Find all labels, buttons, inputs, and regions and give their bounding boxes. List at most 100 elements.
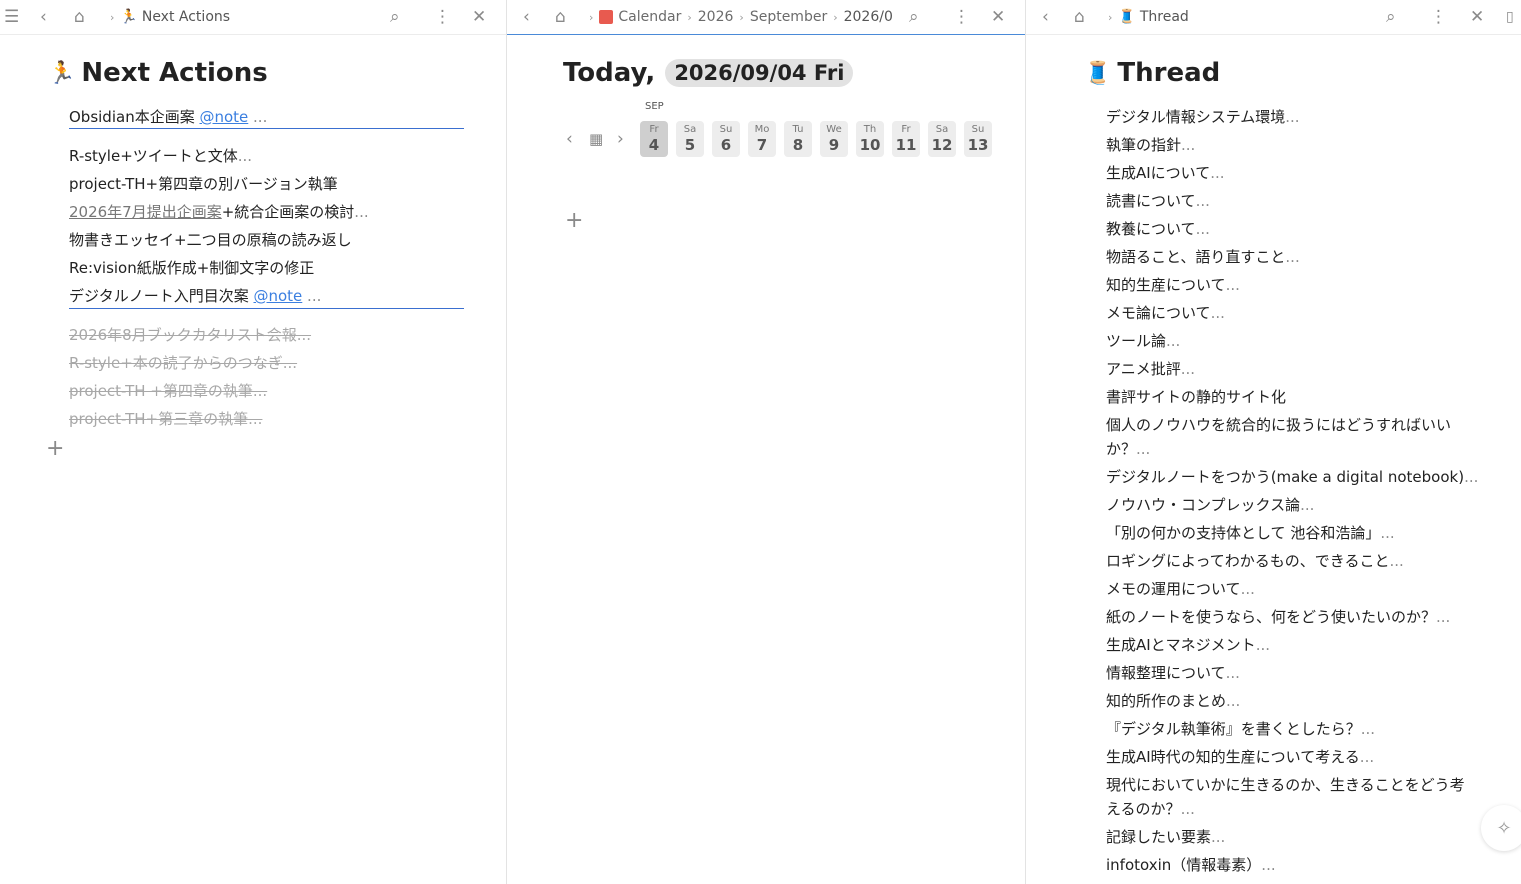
calendar-emoji-icon [599, 10, 614, 24]
close-icon[interactable]: ✕ [991, 0, 1005, 34]
completed-item[interactable]: 2026年8月ブックカタリスト会報... [69, 325, 311, 345]
back-icon[interactable]: ‹ [1042, 0, 1049, 34]
back-icon[interactable]: ‹ [523, 0, 530, 34]
day-cell[interactable]: Mo 7 [748, 121, 776, 157]
list-item[interactable]: 執筆の指針... [1106, 133, 1486, 157]
search-icon[interactable]: ⌕ [1386, 0, 1396, 34]
breadcrumb-separator-icon: › [687, 10, 692, 24]
list-item[interactable]: メモ論について... [1106, 301, 1486, 325]
close-icon[interactable]: ✕ [1470, 0, 1484, 34]
left-toolbar: ☰ ‹ ⌂ › 🏃 Next Actions ⌕ ⋮ ✕ [0, 0, 506, 35]
breadcrumb-separator-icon: › [833, 10, 838, 24]
list-item[interactable]: 生成AIについて... [1106, 161, 1486, 185]
list-item[interactable]: 個人のノウハウを統合的に扱うにはどうすればいいか？... [1106, 413, 1478, 461]
project-row[interactable]: Obsidian本企画案 @note ... [69, 107, 267, 127]
action-item[interactable]: 物書きエッセイ+二つ目の原稿の読み返し [69, 230, 352, 250]
add-item-button[interactable]: + [565, 210, 583, 232]
list-item[interactable]: メモの運用について... [1106, 577, 1486, 601]
completed-item[interactable]: project-TH+第三章の執筆... [69, 409, 262, 429]
pane-next-actions: ☰ ‹ ⌂ › 🏃 Next Actions ⌕ ⋮ ✕ 🏃 Next Acti… [0, 0, 507, 884]
completed-item[interactable]: project-TH +第四章の執筆... [69, 381, 267, 401]
list-item[interactable]: ノウハウ・コンプレックス論... [1106, 493, 1486, 517]
today-heading: Today, 2026/09/04 Fri [563, 58, 854, 88]
list-item[interactable]: 紙のノートを使うなら、何をどう使いたいのか？... [1106, 605, 1486, 629]
next-week-icon[interactable]: › [617, 129, 624, 149]
day-cell[interactable]: We 9 [820, 121, 848, 157]
list-item[interactable]: 知的所作のまとめ... [1106, 689, 1486, 713]
list-item[interactable]: 生成AI時代の知的生産について考える... [1106, 745, 1486, 769]
action-item[interactable]: project-TH+第四章の別バージョン執筆 [69, 174, 338, 194]
list-item[interactable]: 記録したい要素... [1106, 825, 1486, 849]
thread-spool-icon: 🧵 [1118, 9, 1136, 25]
action-item[interactable]: 2026年7月提出企画案+統合企画案の検討... [69, 202, 369, 222]
right-toolbar: ‹ ⌂ › 🧵 Thread ⌕ ⋮ ✕ ▯ [1026, 0, 1521, 35]
ai-assistant-button[interactable]: ✧ [1481, 805, 1521, 851]
more-options-icon[interactable]: ⋮ [953, 0, 970, 34]
thread-spool-icon: 🧵 [1084, 60, 1112, 86]
list-item[interactable]: 情報整理について... [1106, 661, 1486, 685]
list-item[interactable]: 読書について... [1106, 189, 1486, 213]
day-cell[interactable]: Su 13 [964, 121, 992, 157]
list-item[interactable]: infotoxin（情報毒素）... [1106, 853, 1486, 877]
list-item[interactable]: 教養について... [1106, 217, 1486, 241]
list-item[interactable]: 書評サイトの静的サイト化 [1106, 385, 1486, 409]
back-icon[interactable]: ‹ [40, 0, 47, 34]
list-item[interactable]: 現代においていかに生きるのか、生きることをどう考えるのか？... [1106, 773, 1478, 821]
today-date-chip[interactable]: 2026/09/04 Fri [665, 59, 854, 87]
project-link[interactable]: 2026年7月提出企画案 [69, 203, 222, 221]
note-tag-link[interactable]: @note [253, 287, 302, 305]
project-row[interactable]: デジタルノート入門目次案 @note ... [69, 286, 321, 306]
search-icon[interactable]: ⌕ [909, 0, 919, 34]
breadcrumb-title[interactable]: Next Actions [142, 9, 230, 25]
calendar-picker-icon[interactable]: ▦ [589, 130, 603, 148]
breadcrumb-year[interactable]: 2026 [698, 9, 734, 25]
breadcrumb-separator-icon: › [110, 10, 115, 24]
breadcrumb-date[interactable]: 2026/0 [844, 9, 893, 25]
middle-toolbar: ‹ ⌂ › Calendar › 2026 › September › 2026… [507, 0, 1025, 35]
sidebar-toggle-icon[interactable]: ☰ [4, 0, 19, 34]
more-options-icon[interactable]: ⋮ [434, 0, 451, 34]
day-cell[interactable]: Fr 4 [640, 121, 668, 157]
home-icon[interactable]: ⌂ [74, 0, 85, 34]
day-cell[interactable]: Th 10 [856, 121, 884, 157]
action-item[interactable]: R-style+ツイートと文体... [69, 146, 252, 166]
next-actions-emoji-icon: 🏃 [120, 9, 138, 25]
day-cell[interactable]: Sa 5 [676, 121, 704, 157]
day-cell[interactable]: Tu 8 [784, 121, 812, 157]
list-item[interactable]: 『デジタル執筆術』を書くとしたら？... [1106, 717, 1486, 741]
home-icon[interactable]: ⌂ [555, 0, 566, 34]
home-icon[interactable]: ⌂ [1074, 0, 1085, 34]
next-actions-emoji-icon: 🏃 [48, 60, 76, 86]
day-cell[interactable]: Fr 11 [892, 121, 920, 157]
list-item[interactable]: 物語ること、語り直すこと... [1106, 245, 1486, 269]
add-item-button[interactable]: + [46, 438, 64, 460]
previous-week-icon[interactable]: ‹ [566, 129, 573, 149]
completed-item[interactable]: R-style+本の読了からのつなぎ... [69, 353, 297, 373]
page-title: 🧵 Thread [1084, 58, 1221, 88]
sidebar-expand-icon[interactable]: ▯ [1506, 0, 1514, 34]
list-item[interactable]: 知的生産について... [1106, 273, 1486, 297]
pane-thread: ‹ ⌂ › 🧵 Thread ⌕ ⋮ ✕ ▯ 🧵 Thread デジタル情報シス… [1026, 0, 1521, 884]
project-divider [69, 128, 464, 129]
close-icon[interactable]: ✕ [472, 0, 486, 34]
breadcrumb-month[interactable]: September [750, 9, 827, 25]
page-title: 🏃 Next Actions [48, 58, 268, 88]
month-label: SEP [645, 101, 664, 112]
breadcrumb-title[interactable]: Thread [1140, 9, 1189, 25]
breadcrumb-separator-icon: › [739, 10, 744, 24]
breadcrumb-calendar[interactable]: Calendar [618, 9, 681, 25]
search-icon[interactable]: ⌕ [390, 0, 400, 34]
list-item[interactable]: デジタル情報システム環境... [1106, 105, 1486, 129]
action-item[interactable]: Re:vision紙版作成+制御文字の修正 [69, 258, 314, 278]
sparkle-icon: ✧ [1496, 817, 1512, 839]
note-tag-link[interactable]: @note [199, 108, 248, 126]
day-cell[interactable]: Su 6 [712, 121, 740, 157]
list-item[interactable]: ロギングによってわかるもの、できること... [1106, 549, 1486, 573]
list-item[interactable]: ツール論... [1106, 329, 1486, 353]
list-item[interactable]: アニメ批評... [1106, 357, 1486, 381]
list-item[interactable]: 「別の何かの支持体として 池谷和浩論」... [1106, 521, 1486, 545]
list-item[interactable]: 生成AIとマネジメント... [1106, 633, 1486, 657]
day-cell[interactable]: Sa 12 [928, 121, 956, 157]
more-options-icon[interactable]: ⋮ [1430, 0, 1447, 34]
list-item[interactable]: デジタルノートをつかう(make a digital notebook)... [1106, 465, 1506, 489]
